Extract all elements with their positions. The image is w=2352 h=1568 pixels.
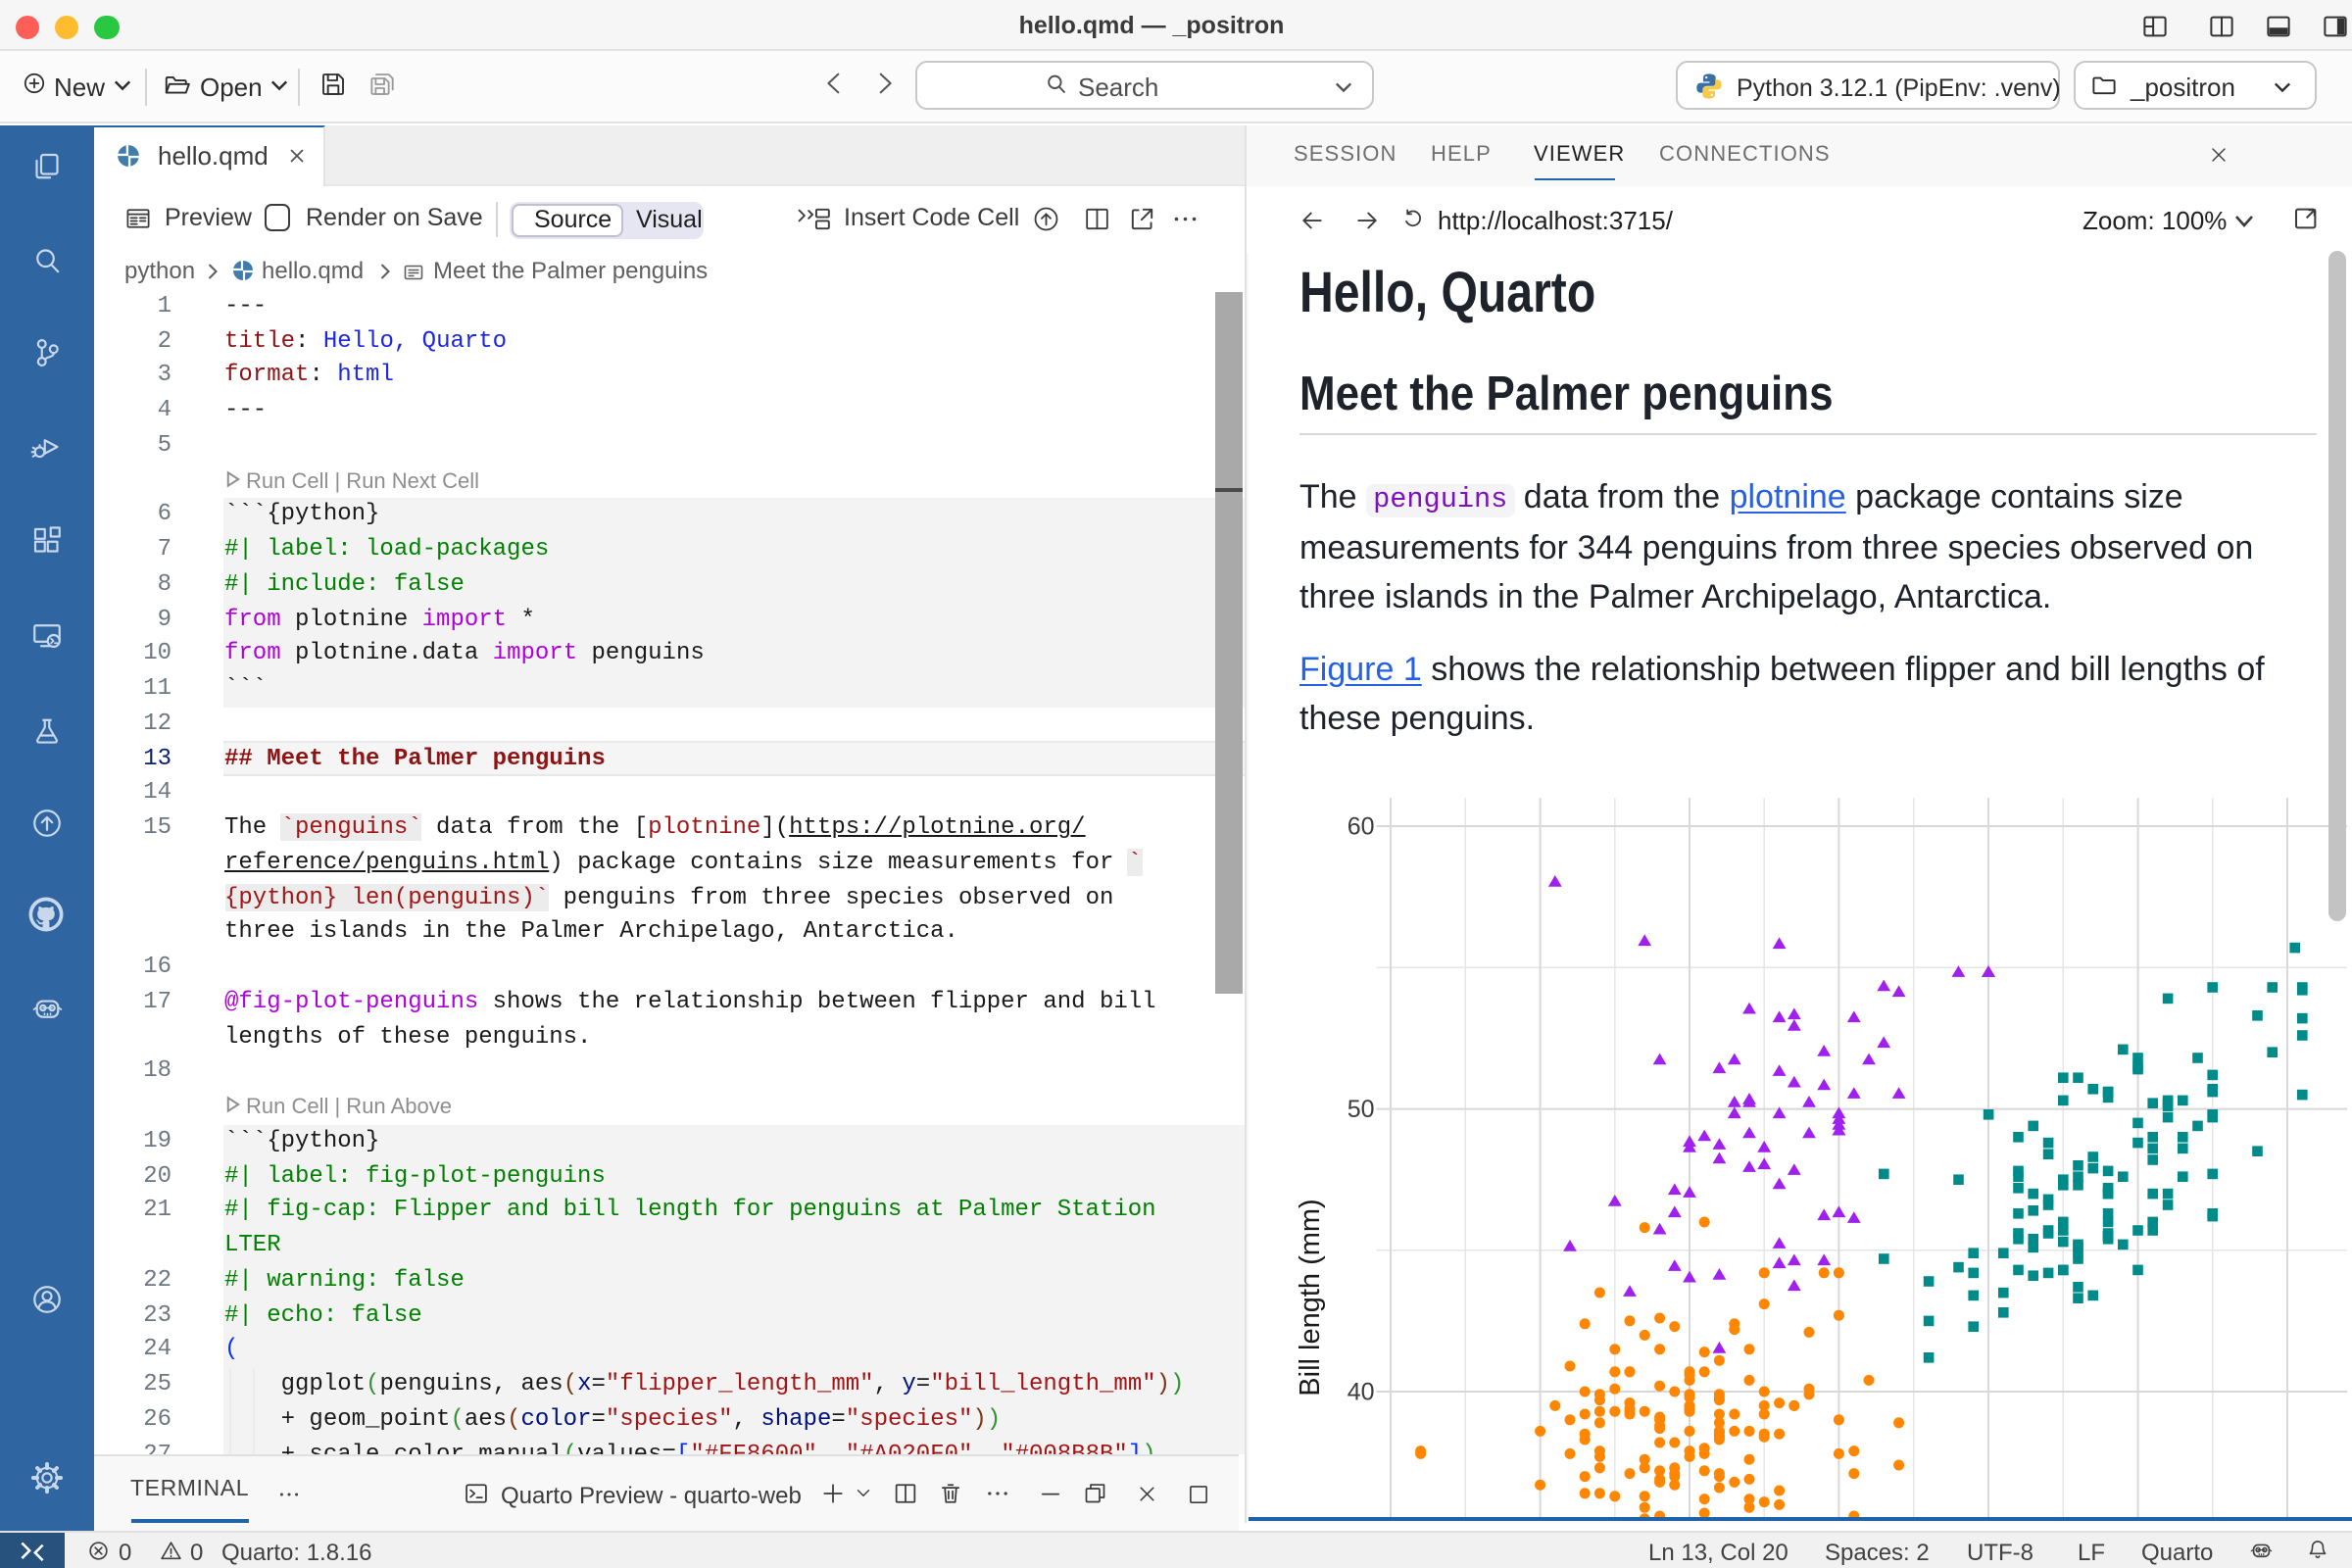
svg-text:40: 40 [1348,1379,1375,1406]
svg-text:60: 60 [1348,813,1375,841]
svg-text:Bill length (mm): Bill length (mm) [1295,1199,1326,1396]
svg-text:50: 50 [1348,1096,1375,1123]
